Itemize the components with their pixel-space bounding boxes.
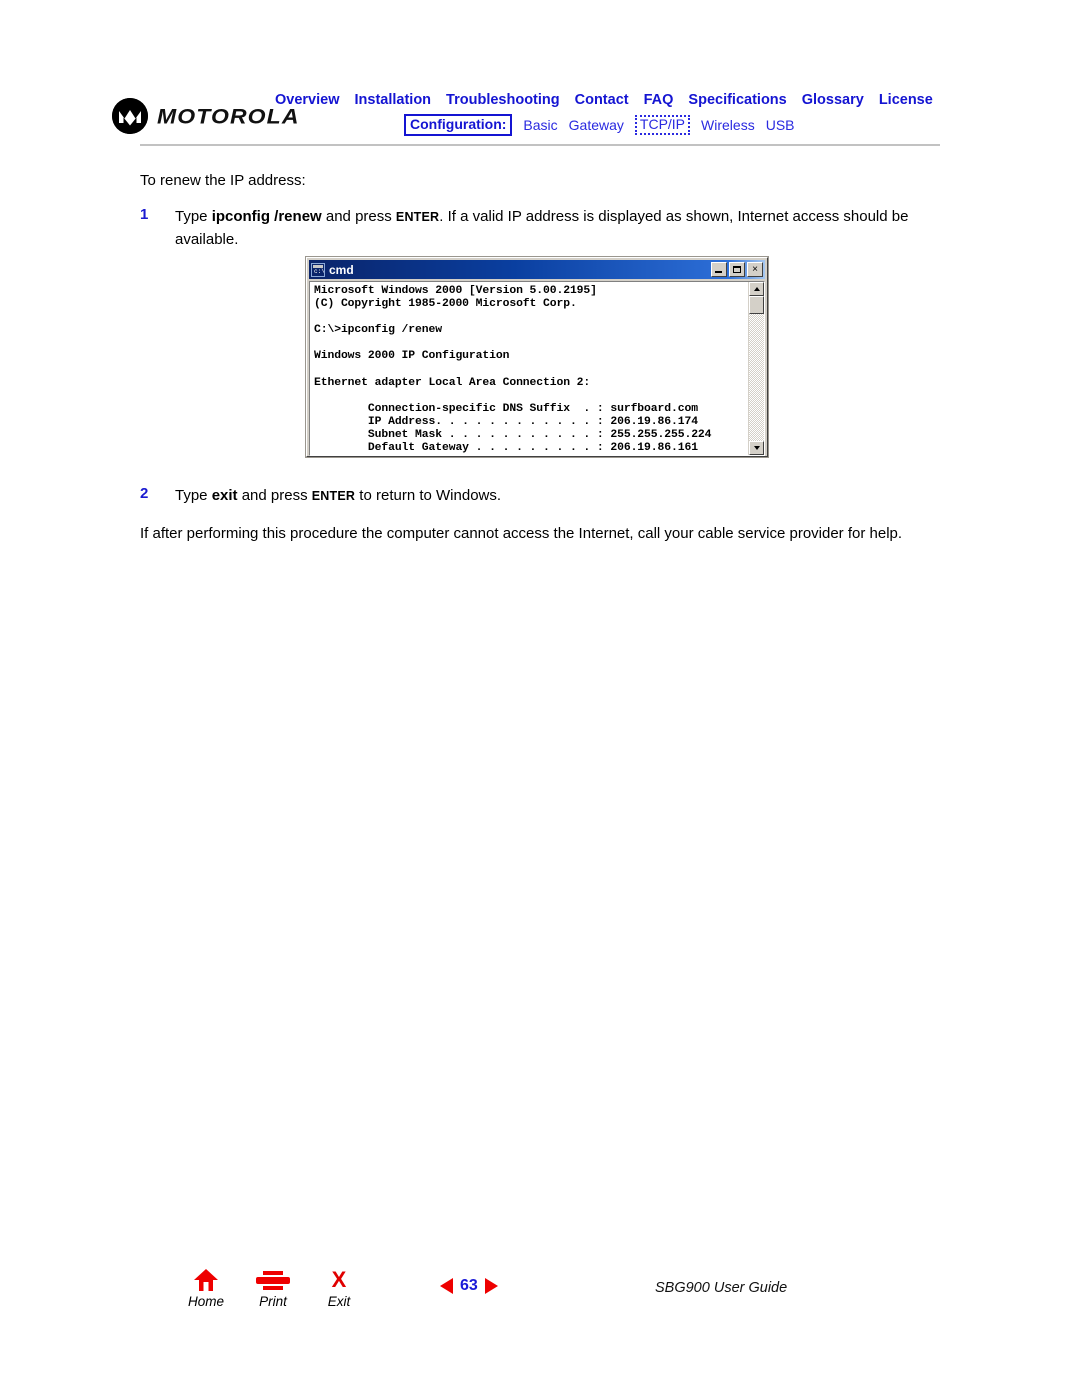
subnav-link-gateway[interactable]: Gateway bbox=[569, 117, 624, 133]
close-x-icon: X bbox=[331, 1267, 347, 1292]
subnav-link-tcpip-active[interactable]: TCP/IP bbox=[634, 115, 691, 135]
nav-link-faq[interactable]: FAQ bbox=[644, 92, 674, 108]
step-2-part-0: Type bbox=[175, 487, 212, 504]
home-icon bbox=[176, 1268, 236, 1292]
step-1: 1 Type ipconfig /renew and press ENTER. … bbox=[140, 206, 940, 252]
print-button[interactable]: Print bbox=[243, 1268, 303, 1311]
closing-paragraph: If after performing this procedure the c… bbox=[140, 525, 903, 542]
step-2-part-2: and press bbox=[237, 487, 312, 504]
subnav-link-usb[interactable]: USB bbox=[766, 117, 795, 133]
page-navigation: 63 bbox=[440, 1278, 498, 1294]
page-footer: Home Print X Exit 63 SBG900 User Guide bbox=[0, 1258, 1080, 1328]
home-label: Home bbox=[187, 1294, 224, 1309]
motorola-m-icon bbox=[112, 98, 148, 134]
scroll-up-button[interactable] bbox=[749, 282, 764, 296]
window-controls: × bbox=[711, 262, 763, 277]
next-page-arrow-icon[interactable] bbox=[484, 1278, 498, 1294]
subnav-link-wireless[interactable]: Wireless bbox=[701, 117, 755, 133]
cmd-console-output: Microsoft Windows 2000 [Version 5.00.219… bbox=[314, 285, 712, 455]
page-header: MOTOROLA Overview Installation Troublesh… bbox=[0, 0, 1080, 150]
step-2-number: 2 bbox=[140, 485, 149, 502]
header-navigation: Overview Installation Troubleshooting Co… bbox=[275, 92, 955, 136]
maximize-button[interactable] bbox=[729, 262, 745, 277]
command-prompt-window[interactable]: c:\ cmd × Microsoft Windows 2000 [Versio… bbox=[306, 257, 768, 457]
step-1-part-0: Type bbox=[175, 208, 212, 225]
home-button[interactable]: Home bbox=[176, 1268, 236, 1311]
nav-link-specifications[interactable]: Specifications bbox=[688, 92, 786, 108]
cmd-title-bar[interactable]: c:\ cmd × bbox=[309, 260, 765, 279]
guide-title: SBG900 User Guide bbox=[655, 1280, 788, 1296]
exit-label: Exit bbox=[327, 1294, 351, 1309]
cmd-console-icon: c:\ bbox=[311, 262, 325, 277]
step-1-command: ipconfig /renew bbox=[211, 208, 322, 225]
printer-icon bbox=[243, 1268, 303, 1292]
scrollbar-thumb[interactable] bbox=[749, 296, 764, 314]
step-1-number: 1 bbox=[140, 206, 149, 223]
scrollbar-track[interactable] bbox=[749, 314, 764, 441]
cmd-client-area: Microsoft Windows 2000 [Version 5.00.219… bbox=[309, 281, 765, 456]
minimize-button[interactable] bbox=[711, 262, 727, 277]
step-2-text: Type exit and press ENTER to return to W… bbox=[175, 485, 501, 508]
configuration-subnav: Configuration: Basic Gateway TCP/IP Wire… bbox=[404, 114, 955, 136]
step-2-key: ENTER bbox=[311, 489, 356, 503]
page-number: 63 bbox=[460, 1277, 478, 1294]
previous-page-arrow-icon[interactable] bbox=[440, 1278, 453, 1294]
cmd-window-title: cmd bbox=[329, 262, 354, 277]
print-label: Print bbox=[259, 1294, 287, 1309]
header-divider bbox=[140, 144, 940, 146]
subnav-link-basic[interactable]: Basic bbox=[523, 117, 557, 133]
step-2-part-4: to return to Windows. bbox=[355, 487, 502, 504]
cmd-vertical-scrollbar[interactable] bbox=[748, 282, 764, 455]
intro-text: To renew the IP address: bbox=[140, 172, 306, 189]
motorola-logo: MOTOROLA bbox=[112, 98, 300, 134]
nav-link-license[interactable]: License bbox=[879, 92, 933, 108]
nav-link-glossary[interactable]: Glossary bbox=[802, 92, 864, 108]
primary-nav: Overview Installation Troubleshooting Co… bbox=[275, 92, 955, 108]
nav-link-installation[interactable]: Installation bbox=[355, 92, 432, 108]
step-1-key: ENTER bbox=[395, 210, 440, 224]
nav-link-troubleshooting[interactable]: Troubleshooting bbox=[446, 92, 560, 108]
step-1-text: Type ipconfig /renew and press ENTER. If… bbox=[175, 206, 940, 252]
step-2-command: exit bbox=[211, 487, 238, 504]
step-2: 2 Type exit and press ENTER to return to… bbox=[140, 485, 940, 508]
configuration-group-label: Configuration: bbox=[404, 114, 513, 136]
nav-link-contact[interactable]: Contact bbox=[575, 92, 629, 108]
close-button[interactable]: × bbox=[747, 262, 763, 277]
exit-button[interactable]: X Exit bbox=[309, 1268, 369, 1311]
nav-link-overview[interactable]: Overview bbox=[275, 92, 340, 108]
scroll-down-button[interactable] bbox=[749, 441, 764, 455]
step-1-part-2: and press bbox=[321, 208, 396, 225]
